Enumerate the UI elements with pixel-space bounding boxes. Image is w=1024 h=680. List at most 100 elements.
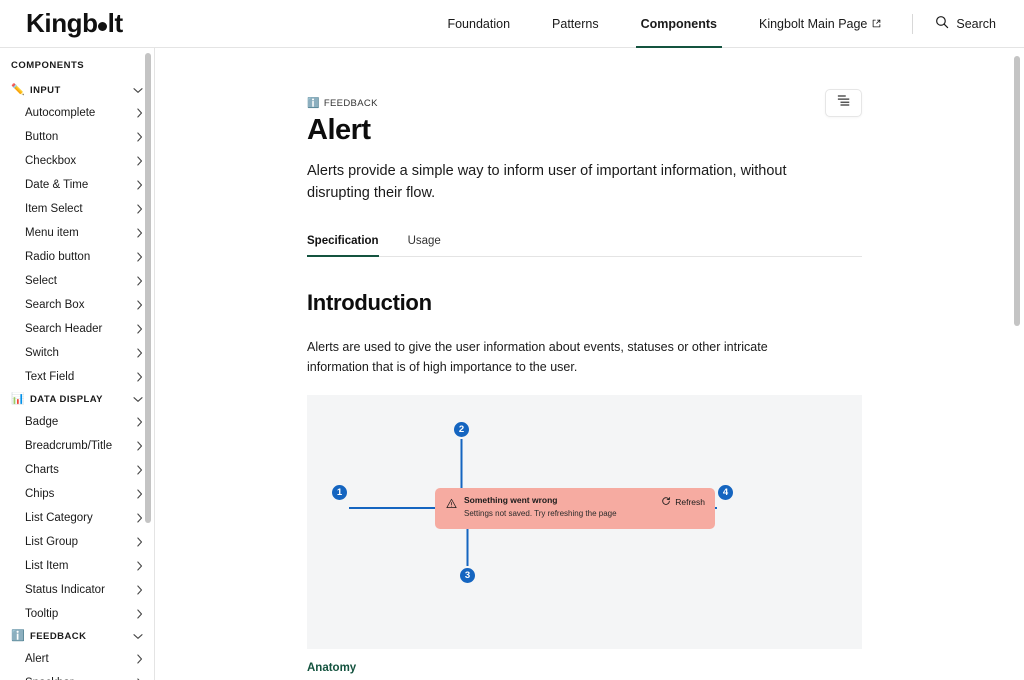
nav-item-components[interactable]: Components (620, 0, 738, 48)
sidebar-item-date-time[interactable]: Date & Time (0, 173, 154, 197)
sidebar-item-label: Radio button (25, 251, 91, 263)
sidebar-item-breadcrumb-title[interactable]: Breadcrumb/Title (0, 434, 154, 458)
sidebar-item-search-box[interactable]: Search Box (0, 293, 154, 317)
category-eyebrow: ℹ️ FEEDBACK (307, 98, 1024, 109)
warning-triangle-icon (446, 496, 457, 514)
sidebar-item-search-header[interactable]: Search Header (0, 317, 154, 341)
sidebar-item-label: List Category (25, 512, 93, 524)
nav-label: Components (640, 16, 717, 31)
sidebar-group-label: INPUT (30, 85, 61, 96)
chevron-right-icon (136, 276, 143, 286)
sidebar-item-list-item[interactable]: List Item (0, 554, 154, 578)
sidebar-item-item-select[interactable]: Item Select (0, 197, 154, 221)
sidebar-item-text-field[interactable]: Text Field (0, 365, 154, 389)
sidebar-item-list-group[interactable]: List Group (0, 530, 154, 554)
eyebrow-label: FEEDBACK (323, 98, 378, 109)
sidebar-group-label: DATA DISPLAY (30, 394, 103, 405)
sidebar-item-label: Button (25, 131, 59, 143)
chevron-right-icon (136, 654, 143, 664)
sidebar-item-autocomplete[interactable]: Autocomplete (0, 101, 154, 125)
sidebar-item-button[interactable]: Button (0, 125, 154, 149)
pencil-icon: ✏️ (11, 84, 25, 96)
sidebar-item-chips[interactable]: Chips (0, 482, 154, 506)
sidebar-item-select[interactable]: Select (0, 269, 154, 293)
primary-nav: Foundation Patterns Components Kingbolt … (426, 0, 1024, 48)
outline-list-icon (837, 94, 851, 112)
sidebar-item-checkbox[interactable]: Checkbox (0, 149, 154, 173)
sidebar-group-label: FEEDBACK (30, 631, 87, 642)
anatomy-marker-3: 3 (458, 565, 477, 585)
sidebar-item-snackbar[interactable]: Snackbar (0, 671, 154, 680)
chevron-right-icon (136, 417, 143, 427)
page-description: Alerts provide a simple way to inform us… (307, 163, 787, 202)
sidebar-scrollbar[interactable] (145, 53, 151, 523)
chevron-down-icon (133, 396, 143, 403)
anatomy-figure: Something went wrong Settings not saved.… (307, 394, 862, 649)
sidebar-item-badge[interactable]: Badge (0, 410, 154, 434)
chevron-right-icon (136, 204, 143, 214)
nav-item-foundation[interactable]: Foundation (426, 0, 531, 48)
alert-refresh-action[interactable]: Refresh (661, 496, 705, 508)
sidebar-group-feedback[interactable]: ℹ️ FEEDBACK (0, 626, 154, 647)
sidebar-item-label: Date & Time (25, 179, 89, 191)
sidebar-item-tooltip[interactable]: Tooltip (0, 602, 154, 626)
tab-label: Usage (407, 235, 441, 248)
main-scrollbar[interactable] (1014, 56, 1020, 326)
table-of-contents-button[interactable] (825, 89, 862, 117)
info-icon: ℹ️ (307, 98, 320, 109)
sidebar-item-status-indicator[interactable]: Status Indicator (0, 578, 154, 602)
kingbolt-logo[interactable]: Kingb lt (0, 8, 123, 39)
external-link-icon (872, 19, 881, 28)
sidebar-item-label: Badge (25, 416, 59, 428)
nav-item-patterns[interactable]: Patterns (531, 0, 620, 48)
alert-action-label: Refresh (675, 496, 705, 507)
logo-dot-icon (98, 22, 108, 31)
page-title: Alert (307, 114, 371, 146)
chevron-right-icon (136, 441, 143, 451)
sidebar-item-label: Chips (25, 488, 55, 500)
alert-text-block: Something went wrong Settings not saved.… (464, 495, 661, 520)
sidebar-item-charts[interactable]: Charts (0, 458, 154, 482)
sidebar-group-input[interactable]: ✏️ INPUT (0, 80, 154, 101)
sidebar-item-label: Status Indicator (25, 584, 105, 596)
sidebar-item-list-category[interactable]: List Category (0, 506, 154, 530)
page-shell: COMPONENTS ✏️ INPUT Autocomplete Button Chec… (0, 48, 1024, 680)
refresh-icon (661, 496, 671, 508)
sidebar-item-label: Search Header (25, 323, 103, 335)
chevron-right-icon (136, 252, 143, 262)
sidebar-item-alert[interactable]: Alert (0, 647, 154, 671)
content-tabs: Specification Usage (307, 235, 862, 258)
nav-label: Foundation (447, 16, 511, 31)
sidebar-nav: COMPONENTS ✏️ INPUT Autocomplete Button Chec… (0, 48, 155, 680)
sidebar-group-data-display[interactable]: 📊 DATA DISPLAY (0, 389, 154, 410)
anatomy-marker-1: 1 (330, 482, 349, 502)
sidebar-item-radio-button[interactable]: Radio button (0, 245, 154, 269)
sidebar-item-switch[interactable]: Switch (0, 341, 154, 365)
nav-divider (912, 13, 914, 34)
tab-label: Specification (307, 235, 379, 248)
main-content: ℹ️ FEEDBACK Alert Alerts provide a simpl… (155, 48, 1024, 680)
sidebar-scroll-content: COMPONENTS ✏️ INPUT Autocomplete Button Chec… (0, 48, 154, 680)
tab-specification[interactable]: Specification (307, 235, 379, 258)
chevron-right-icon (136, 228, 143, 238)
chevron-right-icon (136, 348, 143, 358)
nav-label: Patterns (552, 16, 599, 31)
search-button[interactable]: Search (923, 15, 1004, 32)
sidebar-item-menu-item[interactable]: Menu item (0, 221, 154, 245)
info-icon: ℹ️ (11, 630, 25, 642)
section-title-introduction: Introduction (307, 290, 432, 316)
section-body-text: Alerts are used to give the user informa… (307, 340, 768, 375)
sidebar-item-label: Item Select (25, 203, 83, 215)
chevron-right-icon (136, 513, 143, 523)
app-header: Kingb lt Foundation Patterns Components K… (0, 0, 1024, 48)
sidebar-item-label: Select (25, 275, 57, 287)
nav-item-kingbolt-main-page[interactable]: Kingbolt Main Page (738, 0, 902, 48)
sidebar-groups: ✏️ INPUT Autocomplete Button Checkbox Date & … (0, 80, 154, 680)
logo-text-after: lt (107, 8, 123, 38)
alert-component-preview: Something went wrong Settings not saved.… (435, 487, 715, 529)
anatomy-marker-4: 4 (716, 482, 735, 502)
sidebar-item-label: Checkbox (25, 155, 77, 167)
article: ℹ️ FEEDBACK Alert Alerts provide a simpl… (155, 48, 1024, 674)
tab-usage[interactable]: Usage (408, 235, 441, 256)
chevron-right-icon (136, 156, 143, 166)
